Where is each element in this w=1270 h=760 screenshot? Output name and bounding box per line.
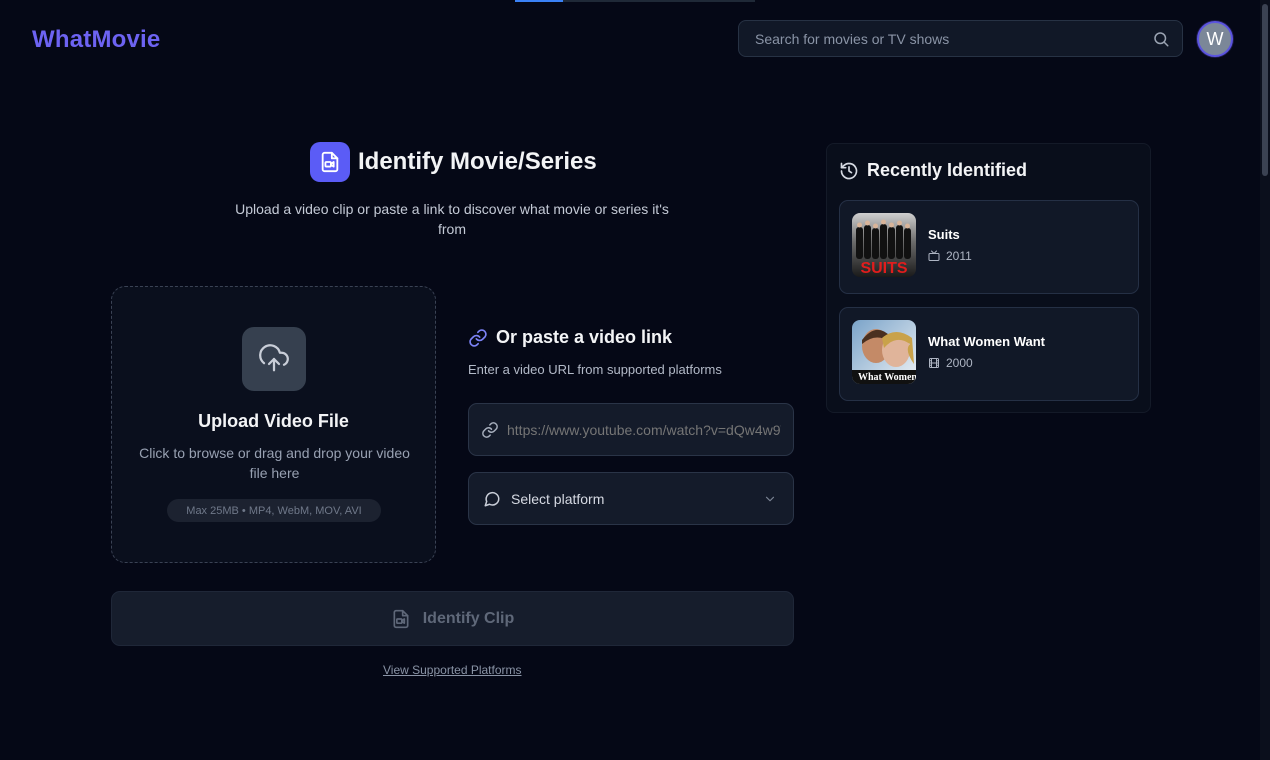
- recently-identified-panel: Recently Identified SUITS Suits 2011 Wha…: [826, 143, 1151, 413]
- recent-heading: Recently Identified: [839, 160, 1027, 181]
- message-circle-icon: [484, 491, 500, 506]
- identify-clip-button[interactable]: Identify Clip: [111, 591, 794, 646]
- platform-select[interactable]: Select platform: [468, 472, 794, 525]
- file-video-icon: [310, 142, 350, 182]
- identify-clip-label: Identify Clip: [422, 609, 515, 627]
- page-title: Identify Movie/Series: [358, 148, 597, 175]
- supported-platforms-link[interactable]: View Supported Platforms: [383, 663, 522, 677]
- user-avatar[interactable]: W: [1197, 21, 1233, 57]
- link-section-heading: Or paste a video link: [468, 327, 672, 348]
- search-icon[interactable]: [1152, 30, 1170, 48]
- chevron-down-icon[interactable]: [763, 492, 777, 506]
- search-bar[interactable]: [738, 20, 1183, 57]
- search-input[interactable]: [755, 30, 1152, 47]
- recent-item-meta: 2000: [928, 356, 973, 370]
- recent-item-title: Suits: [928, 227, 960, 242]
- page-subtitle: Upload a video clip or paste a link to d…: [235, 201, 669, 237]
- poster-image: What Women: [852, 320, 916, 384]
- video-url-field[interactable]: [468, 403, 794, 456]
- poster-image: SUITS: [852, 213, 916, 277]
- page-scrollbar[interactable]: [1260, 0, 1270, 760]
- video-url-input[interactable]: [507, 421, 781, 438]
- upload-description: Click to browse or drag and drop your vi…: [139, 445, 410, 481]
- link-icon: [469, 328, 487, 347]
- recent-item-title: What Women Want: [928, 334, 1045, 349]
- recent-item-meta: 2011: [928, 249, 972, 263]
- recent-item-year: 2011: [946, 249, 972, 263]
- link-section-description: Enter a video URL from supported platfor…: [468, 362, 722, 377]
- recent-item[interactable]: SUITS Suits 2011: [839, 200, 1139, 294]
- app-logo[interactable]: WhatMovie: [32, 26, 160, 54]
- recent-item-year: 2000: [946, 356, 973, 370]
- link-icon: [482, 421, 498, 438]
- hero-heading: Identify Movie/Series: [310, 142, 597, 182]
- recent-item[interactable]: What Women What Women Want 2000: [839, 307, 1139, 401]
- upload-limits-badge: Max 25MB • MP4, WebM, MOV, AVI: [167, 499, 381, 522]
- file-video-icon: [393, 609, 409, 628]
- top-progress-bar: [515, 0, 755, 2]
- poster-title-text: What Women: [858, 372, 916, 383]
- platform-select-label: Select platform: [511, 490, 605, 507]
- top-progress-fill: [515, 0, 563, 2]
- history-icon: [840, 162, 858, 179]
- film-icon: [929, 358, 939, 368]
- scrollbar-thumb[interactable]: [1262, 4, 1268, 176]
- poster-title-text: SUITS: [860, 260, 907, 277]
- recent-title: Recently Identified: [867, 160, 1028, 180]
- tv-icon: [928, 250, 940, 261]
- link-section-title: Or paste a video link: [496, 327, 673, 347]
- upload-title: Upload Video File: [198, 411, 349, 431]
- upload-cloud-icon: [242, 327, 306, 391]
- upload-dropzone[interactable]: Upload Video File Click to browse or dra…: [111, 286, 436, 563]
